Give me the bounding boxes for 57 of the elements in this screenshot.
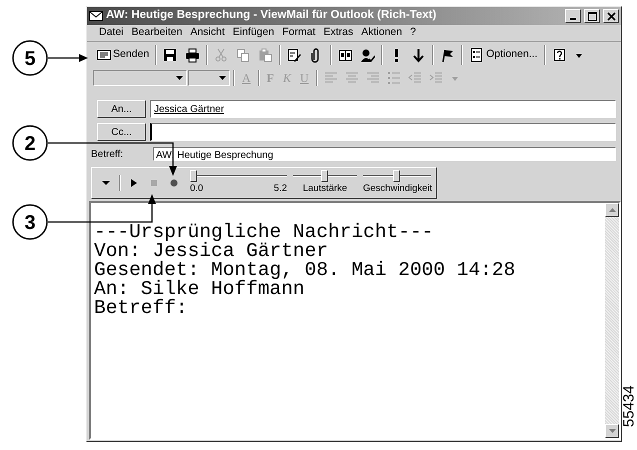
document-pen-icon[interactable]: [287, 48, 302, 62]
message-text: ---Ursprüngliche Nachricht---: [94, 223, 434, 242]
slider-thumb[interactable]: [190, 170, 197, 182]
to-field[interactable]: Jessica Gärtner: [150, 100, 616, 118]
figure-number: 55434: [620, 385, 637, 427]
scroll-down-icon[interactable]: [608, 429, 616, 433]
options-icon: [469, 48, 484, 62]
slider-value: 0.0: [190, 182, 204, 196]
slider-value: 5.2: [274, 182, 287, 196]
down-arrow-icon[interactable]: [411, 48, 426, 62]
cc-button[interactable]: Cc...: [97, 123, 146, 141]
slider-label: Geschwindigkeit: [363, 182, 431, 196]
to-button[interactable]: An...: [97, 100, 146, 118]
slider-thumb[interactable]: [320, 170, 328, 182]
toolbar-button[interactable]: Senden: [93, 44, 152, 66]
subject-label: Betreff:: [91, 148, 124, 162]
maximize-icon: [588, 12, 596, 20]
send-icon: [96, 48, 111, 62]
play-icon[interactable]: [129, 178, 139, 188]
scroll-up-icon[interactable]: [608, 208, 616, 212]
envelope-icon: [89, 11, 103, 21]
help-icon[interactable]: [552, 48, 567, 62]
close-icon: [606, 12, 616, 20]
menu-item[interactable]: Format: [278, 25, 320, 41]
flag-icon[interactable]: [440, 48, 456, 62]
person-check-icon[interactable]: [360, 48, 376, 62]
printer-icon[interactable]: [185, 48, 200, 62]
menu-item[interactable]: Ansicht: [186, 25, 229, 41]
message-text: Betreff:: [94, 299, 189, 318]
menu-item[interactable]: Datei: [95, 25, 128, 41]
menu-item[interactable]: Einfügen: [228, 25, 278, 41]
toolbar-button[interactable]: Optionen...: [466, 44, 541, 66]
maximize-button[interactable]: [584, 9, 600, 23]
callout-number: 2: [12, 125, 48, 161]
message-text: An: Silke Hoffmann: [94, 280, 306, 299]
callout-number: 3: [12, 204, 48, 240]
slider-label: Lautstärke: [302, 182, 348, 196]
slider-thumb[interactable]: [392, 170, 400, 182]
message-text: Von: Jessica Gärtner: [94, 242, 330, 261]
menu-item[interactable]: ?: [406, 25, 420, 41]
menu-item[interactable]: Bearbeiten: [128, 25, 186, 41]
subject-field[interactable]: AW: Heutige Besprechung: [153, 147, 616, 161]
record-icon[interactable]: [169, 178, 179, 188]
minimize-icon: [570, 18, 576, 20]
leader-line: [48, 54, 88, 62]
menu-item[interactable]: Aktionen: [357, 25, 406, 41]
caret-icon[interactable]: [101, 178, 111, 188]
close-button[interactable]: [603, 9, 619, 23]
book-icon[interactable]: [338, 48, 354, 62]
message-text: Gesendet: Montag, 08. Mai 2000 14:28: [94, 261, 516, 280]
menu-item[interactable]: Extras: [319, 25, 358, 41]
window-title: AW: Heutige Besprechung - ViewMail für Outlook (Rich-Text): [106, 8, 438, 24]
callout-number: 5: [12, 40, 48, 76]
minimize-button[interactable]: [565, 9, 581, 23]
message-body[interactable]: ---Ursprüngliche Nachricht--- Von: Jessica Gärtner Gesendet: Montag, 08. Mai 2000 14:28 An: Silke Hoffmann Betreff:: [89, 201, 621, 440]
cc-field[interactable]: [150, 123, 616, 141]
scrollbar[interactable]: [605, 203, 619, 438]
